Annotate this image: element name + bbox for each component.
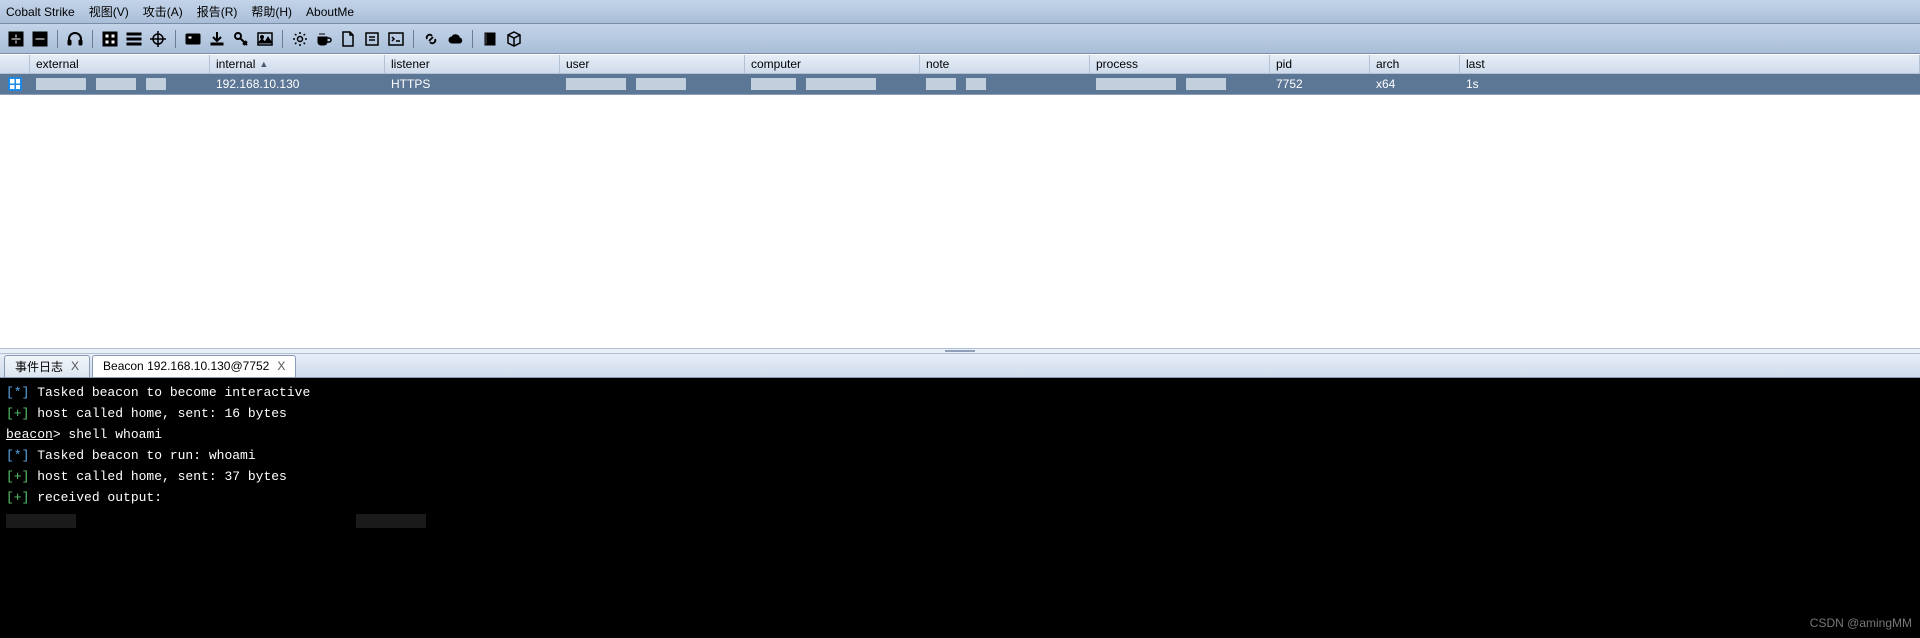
minus-icon[interactable] (30, 29, 50, 49)
cell-external (30, 76, 210, 92)
sort-asc-icon: ▲ (259, 59, 268, 69)
console-line: [+] host called home, sent: 16 bytes (6, 403, 1914, 424)
target-icon[interactable] (148, 29, 168, 49)
menu-app[interactable]: Cobalt Strike (6, 5, 75, 19)
cell-process (1090, 76, 1270, 92)
card-icon[interactable] (183, 29, 203, 49)
tab-eventlog[interactable]: 事件日志 X (4, 355, 90, 377)
menu-attack[interactable]: 攻击(A) (143, 3, 183, 20)
cell-last: 1s (1460, 75, 1920, 93)
download-icon[interactable] (207, 29, 227, 49)
close-icon[interactable]: X (277, 359, 285, 373)
menu-about[interactable]: AboutMe (306, 5, 354, 19)
menu-report[interactable]: 报告(R) (197, 3, 238, 20)
cloud-icon[interactable] (445, 29, 465, 49)
console-line: [+] received output: (6, 487, 1914, 508)
session-table: external internal▲ listener user compute… (0, 54, 1920, 95)
cell-user (560, 76, 745, 92)
menu-view[interactable]: 视图(V) (89, 3, 129, 20)
col-user[interactable]: user (560, 55, 745, 73)
console-line: [+] host called home, sent: 37 bytes (6, 466, 1914, 487)
cell-computer (745, 76, 920, 92)
console-line: [*] Tasked beacon to become interactive (6, 382, 1914, 403)
cell-pid: 7752 (1270, 75, 1370, 93)
toolbar-separator (92, 30, 93, 48)
menu-bar: Cobalt Strike 视图(V) 攻击(A) 报告(R) 帮助(H) Ab… (0, 0, 1920, 24)
image-icon[interactable] (255, 29, 275, 49)
cell-arch: x64 (1370, 75, 1460, 93)
col-computer[interactable]: computer (745, 55, 920, 73)
toolbar-separator (472, 30, 473, 48)
tab-beacon[interactable]: Beacon 192.168.10.130@7752 X (92, 355, 296, 377)
coffee-icon[interactable] (314, 29, 334, 49)
table-header: external internal▲ listener user compute… (0, 54, 1920, 74)
cell-listener: HTTPS (385, 75, 560, 93)
watermark: CSDN @amingMM (1810, 613, 1912, 634)
console-redacted (6, 514, 1914, 528)
col-icon[interactable] (0, 55, 30, 73)
console-prompt-line: beacon> shell whoami (6, 424, 1914, 445)
table-empty-area (0, 95, 1920, 348)
console-line: [*] Tasked beacon to run: whoami (6, 445, 1914, 466)
toolbar-separator (57, 30, 58, 48)
headphones-icon[interactable] (65, 29, 85, 49)
book-icon[interactable] (480, 29, 500, 49)
col-listener[interactable]: listener (385, 55, 560, 73)
plus-icon[interactable] (6, 29, 26, 49)
document-icon[interactable] (338, 29, 358, 49)
gear-icon[interactable] (290, 29, 310, 49)
col-arch[interactable]: arch (1370, 55, 1460, 73)
col-note[interactable]: note (920, 55, 1090, 73)
list-icon[interactable] (124, 29, 144, 49)
tab-eventlog-label: 事件日志 (15, 358, 63, 375)
bottom-tabs: 事件日志 X Beacon 192.168.10.130@7752 X (0, 354, 1920, 378)
cell-internal: 192.168.10.130 (210, 75, 385, 93)
squares-icon[interactable] (100, 29, 120, 49)
toolbar (0, 24, 1920, 54)
terminal-icon[interactable] (386, 29, 406, 49)
beacon-console[interactable]: [*] Tasked beacon to become interactive … (0, 378, 1920, 638)
cell-note (920, 76, 1090, 92)
link-icon[interactable] (421, 29, 441, 49)
cube-icon[interactable] (504, 29, 524, 49)
key-icon[interactable] (231, 29, 251, 49)
col-last[interactable]: last (1460, 55, 1920, 73)
toolbar-separator (175, 30, 176, 48)
tab-beacon-label: Beacon 192.168.10.130@7752 (103, 359, 269, 373)
table-row[interactable]: 192.168.10.130 HTTPS 7752 x64 1s (0, 74, 1920, 94)
col-internal[interactable]: internal▲ (210, 55, 385, 73)
col-external[interactable]: external (30, 55, 210, 73)
toolbar-separator (282, 30, 283, 48)
close-icon[interactable]: X (71, 359, 79, 373)
windows-icon (8, 77, 22, 91)
note-icon[interactable] (362, 29, 382, 49)
menu-help[interactable]: 帮助(H) (251, 3, 292, 20)
toolbar-separator (413, 30, 414, 48)
col-process[interactable]: process (1090, 55, 1270, 73)
col-pid[interactable]: pid (1270, 55, 1370, 73)
